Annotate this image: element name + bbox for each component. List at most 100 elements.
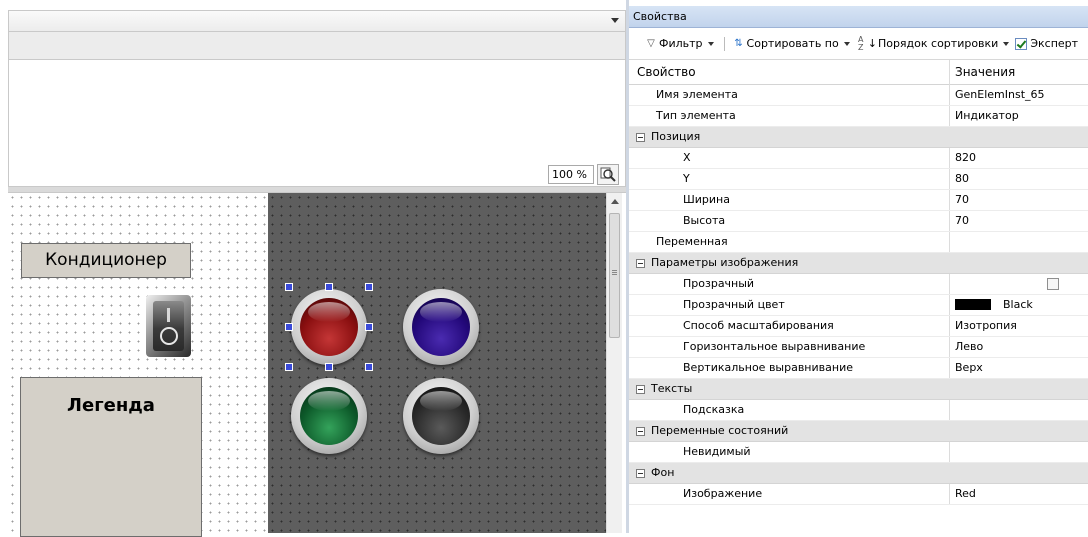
property-value[interactable]: GenElemInst_65 bbox=[951, 85, 1088, 105]
row-h-align[interactable]: Горизонтальное выравнивание Лево bbox=[629, 337, 1088, 358]
filter-button[interactable]: ▽ Фильтр bbox=[645, 37, 714, 50]
conditioner-label-element[interactable]: Кондиционер bbox=[21, 243, 191, 278]
selection-handle-bottom-right[interactable] bbox=[365, 363, 373, 371]
selection-handle-left[interactable] bbox=[285, 323, 293, 331]
vertical-scrollbar[interactable] bbox=[606, 193, 622, 533]
category-label: Переменные состояний bbox=[651, 424, 789, 437]
property-value-container[interactable] bbox=[951, 274, 1088, 294]
zoom-level-field[interactable]: 100 % bbox=[548, 165, 594, 184]
sort-by-icon: ⇅ bbox=[734, 38, 743, 49]
row-y[interactable]: Y 80 bbox=[629, 169, 1088, 190]
lamp-shine bbox=[308, 391, 350, 411]
property-label: Y bbox=[629, 169, 950, 189]
category-image-params[interactable]: Параметры изображения bbox=[629, 253, 1088, 274]
row-tooltip[interactable]: Подсказка bbox=[629, 400, 1088, 421]
row-v-align[interactable]: Вертикальное выравнивание Верх bbox=[629, 358, 1088, 379]
column-header-value[interactable]: Значения bbox=[951, 60, 1088, 85]
properties-panel: Свойства ▽ Фильтр ⇅ Сортировать по AZ ↓ … bbox=[626, 0, 1088, 533]
selection-handle-bottom-left[interactable] bbox=[285, 363, 293, 371]
selection-handle-right[interactable] bbox=[365, 323, 373, 331]
property-label: Переменная bbox=[629, 232, 950, 252]
property-value[interactable] bbox=[951, 232, 1088, 252]
property-value-container[interactable]: Black bbox=[951, 295, 1088, 315]
green-indicator-lamp[interactable] bbox=[291, 378, 367, 454]
chevron-down-icon bbox=[1003, 41, 1010, 46]
property-value[interactable]: Лево bbox=[951, 337, 1088, 357]
selection-handle-top-right[interactable] bbox=[365, 283, 373, 291]
black-indicator-lamp[interactable] bbox=[403, 378, 479, 454]
property-value[interactable] bbox=[951, 400, 1088, 420]
row-scale-mode[interactable]: Способ масштабирования Изотропия bbox=[629, 316, 1088, 337]
properties-toolbar: ▽ Фильтр ⇅ Сортировать по AZ ↓ Порядок с… bbox=[629, 28, 1088, 60]
column-header-property[interactable]: Свойство bbox=[629, 60, 950, 85]
expert-label: Эксперт bbox=[1030, 37, 1079, 50]
row-variable[interactable]: Переменная bbox=[629, 232, 1088, 253]
category-position[interactable]: Позиция bbox=[629, 127, 1088, 148]
property-value: 70 bbox=[955, 211, 969, 231]
filter-label: Фильтр bbox=[659, 37, 703, 50]
row-invisible[interactable]: Невидимый bbox=[629, 442, 1088, 463]
sort-order-label: Порядок сортировки bbox=[877, 37, 999, 50]
category-value bbox=[951, 379, 1088, 399]
selection-handle-top-left[interactable] bbox=[285, 283, 293, 291]
chevron-down-icon bbox=[843, 41, 850, 46]
sort-order-button[interactable]: AZ ↓ Порядок сортировки bbox=[856, 35, 1010, 52]
property-label: Изображение bbox=[629, 484, 950, 504]
property-value-container[interactable]: Red bbox=[951, 484, 1088, 504]
toggle-switch-element[interactable] bbox=[146, 295, 191, 357]
grip-icon bbox=[612, 270, 617, 271]
category-background[interactable]: Фон bbox=[629, 463, 1088, 484]
category-state-vars[interactable]: Переменные состояний bbox=[629, 421, 1088, 442]
property-label: Прозрачный bbox=[629, 274, 950, 294]
row-element-type[interactable]: Тип элемента Индикатор bbox=[629, 106, 1088, 127]
property-value[interactable]: Верх bbox=[951, 358, 1088, 378]
property-label: Имя элемента bbox=[629, 85, 950, 105]
property-value[interactable]: Индикатор bbox=[951, 106, 1088, 126]
chevron-down-icon[interactable] bbox=[611, 18, 619, 23]
row-width[interactable]: Ширина 70 bbox=[629, 190, 1088, 211]
blue-indicator-lamp[interactable] bbox=[403, 289, 479, 365]
row-transparent[interactable]: Прозрачный bbox=[629, 274, 1088, 295]
category-texts[interactable]: Тексты bbox=[629, 379, 1088, 400]
row-image[interactable]: Изображение Red bbox=[629, 484, 1088, 505]
property-value: 70 bbox=[955, 190, 969, 210]
magnifier-icon bbox=[600, 167, 616, 182]
sort-by-label: Сортировать по bbox=[746, 37, 839, 50]
editor-pane: 100 % Кондиционер Легенда bbox=[0, 0, 626, 537]
category-value bbox=[951, 463, 1088, 483]
selection-handle-bottom[interactable] bbox=[325, 363, 333, 371]
property-label: Прозрачный цвет bbox=[629, 295, 950, 315]
lamp-shine bbox=[420, 302, 462, 322]
zoom-magnifier-button[interactable] bbox=[597, 164, 619, 185]
pane-splitter[interactable] bbox=[8, 186, 626, 193]
scroll-up-icon[interactable] bbox=[611, 199, 619, 204]
property-value-container[interactable]: 70 bbox=[951, 211, 1088, 231]
property-value[interactable] bbox=[951, 442, 1088, 462]
property-label: Вертикальное выравнивание bbox=[629, 358, 950, 378]
row-element-name[interactable]: Имя элемента GenElemInst_65 bbox=[629, 85, 1088, 106]
red-indicator-lamp[interactable] bbox=[291, 289, 367, 365]
legend-element[interactable]: Легенда bbox=[20, 377, 202, 537]
property-value-container[interactable]: 70 bbox=[951, 190, 1088, 210]
selection-handle-top[interactable] bbox=[325, 283, 333, 291]
sort-by-button[interactable]: ⇅ Сортировать по bbox=[733, 37, 850, 50]
category-value bbox=[951, 253, 1088, 273]
expert-toggle[interactable]: Эксперт bbox=[1015, 37, 1078, 50]
property-value[interactable]: 80 bbox=[951, 169, 1088, 189]
grid-header: Свойство Значения bbox=[629, 60, 1088, 85]
property-value[interactable]: 820 bbox=[951, 148, 1088, 168]
row-height[interactable]: Высота 70 bbox=[629, 211, 1088, 232]
property-value[interactable]: Изотропия bbox=[951, 316, 1088, 336]
scrollbar-thumb[interactable] bbox=[609, 213, 620, 338]
row-x[interactable]: X 820 bbox=[629, 148, 1088, 169]
row-transparent-color[interactable]: Прозрачный цвет Black bbox=[629, 295, 1088, 316]
property-label: Способ масштабирования bbox=[629, 316, 950, 336]
property-label: Ширина bbox=[629, 190, 950, 210]
property-label: X bbox=[629, 148, 950, 168]
transparent-checkbox[interactable] bbox=[1047, 278, 1059, 290]
property-label: Подсказка bbox=[629, 400, 950, 420]
element-selector-dropdown[interactable] bbox=[8, 10, 626, 32]
category-label: Тексты bbox=[651, 382, 693, 395]
expert-checkbox[interactable] bbox=[1015, 37, 1028, 50]
properties-title: Свойства bbox=[629, 6, 1088, 28]
